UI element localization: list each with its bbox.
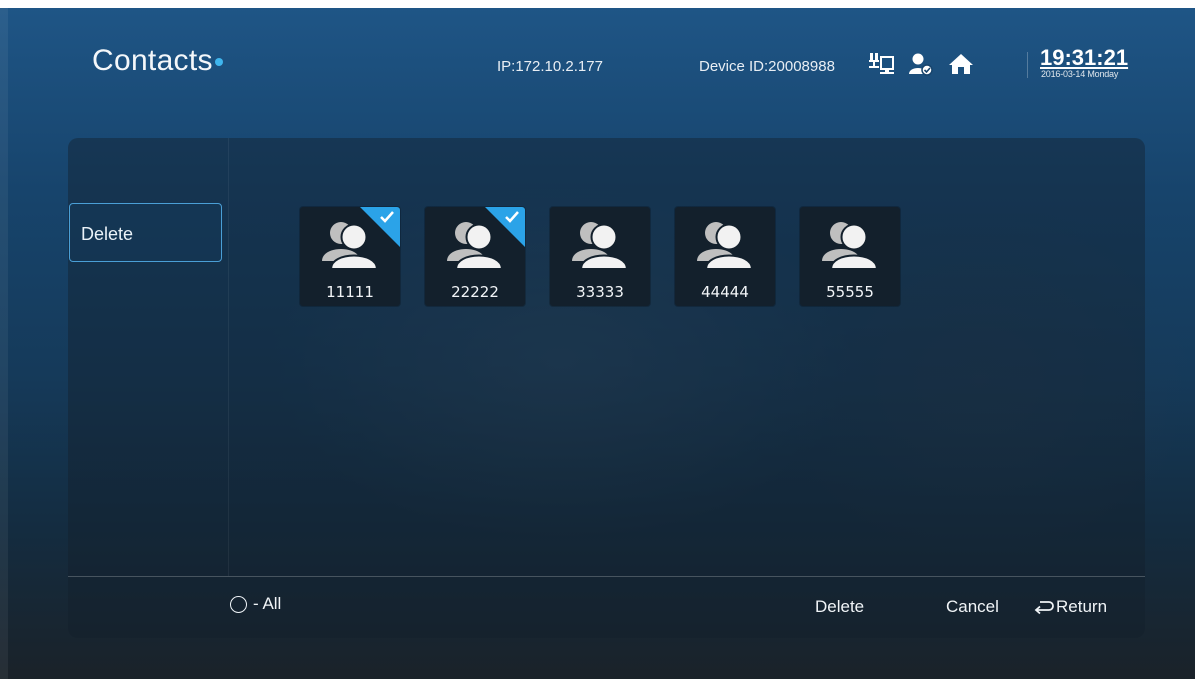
page-title-text: Contacts (92, 44, 213, 77)
contact-avatar-icon (572, 222, 628, 270)
contact-card[interactable]: 11111 (300, 207, 400, 306)
contact-card[interactable]: 33333 (550, 207, 650, 306)
contact-number: 11111 (326, 283, 374, 301)
title-dot (214, 58, 223, 66)
contact-card[interactable]: 55555 (800, 207, 900, 306)
return-button[interactable]: Return (1034, 597, 1107, 617)
sidebar-item-label: Delete (81, 224, 134, 244)
contact-number: 33333 (576, 283, 624, 301)
page-title: Contacts (92, 44, 223, 78)
return-label: Return (1056, 597, 1108, 616)
top-border (0, 0, 1195, 8)
footer-divider (68, 576, 1145, 577)
ip-address: IP:172.10.2.177 (497, 58, 603, 75)
contact-number: 44444 (701, 283, 749, 301)
contact-card[interactable]: 22222 (425, 207, 525, 306)
cancel-button[interactable]: Cancel (946, 597, 999, 617)
select-all-toggle[interactable]: - All (230, 594, 281, 614)
contact-card[interactable]: 44444 (675, 207, 775, 306)
header-separator (1027, 52, 1028, 78)
return-icon (1034, 601, 1054, 615)
contact-avatar-icon (822, 222, 878, 270)
contact-grid: 11111 22222 33333 44444 55555 (300, 207, 900, 306)
clock-time: 19:31:21 (1040, 45, 1129, 70)
left-edge (0, 8, 8, 679)
network-icon (868, 52, 894, 76)
status-icons (868, 50, 974, 78)
contact-avatar-icon (697, 222, 753, 270)
check-icon (380, 211, 394, 223)
check-icon (505, 211, 519, 223)
user-status-icon (908, 52, 934, 76)
radio-icon[interactable] (230, 595, 247, 613)
contact-number: 22222 (451, 283, 499, 301)
contact-number: 55555 (826, 283, 874, 301)
delete-button[interactable]: Delete (815, 597, 864, 617)
select-all-label: - All (253, 594, 282, 613)
sidebar-divider (228, 138, 229, 576)
sidebar-item-delete[interactable]: Delete (69, 203, 222, 262)
clock-date: 2016-03-14 Monday (1041, 69, 1119, 79)
device-id: Device ID:20008988 (699, 58, 835, 75)
home-icon[interactable] (948, 52, 974, 76)
